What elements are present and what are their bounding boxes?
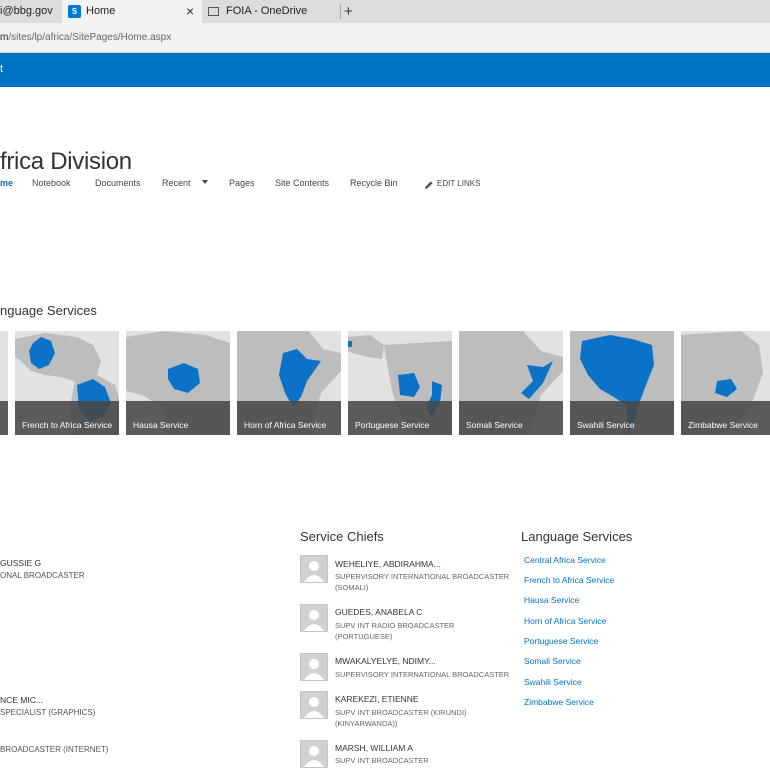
nav-pages[interactable]: Pages [229,178,255,188]
chief-name[interactable]: MWAKALYELYE, NDIMY... [335,656,436,666]
chief-title: SUPERVISORY INTERNATIONAL BROADCASTER [335,572,510,581]
avatar[interactable] [300,604,328,632]
left-person-title: ONAL BROADCASTER [0,571,85,580]
link-portuguese-service[interactable]: Portuguese Service [524,636,598,646]
chief-title: SUPERVISORY INTERNATIONAL BROADCASTER [335,670,510,679]
nav-recycle-bin[interactable]: Recycle Bin [350,178,398,188]
tab-divider [340,4,341,19]
tile-label: Horn of Africa Service [244,420,327,430]
tile-label: Zimbabwe Service [688,420,758,430]
chief-title-detail: (KINYARWANDA)) [335,719,398,728]
avatar[interactable] [300,653,328,681]
link-french-to-africa-service[interactable]: French to Africa Service [524,575,614,585]
tile-label: Somali Service [466,420,523,430]
suite-bar-label[interactable]: t [0,63,3,75]
sharepoint-icon: S [68,5,81,18]
pencil-icon[interactable] [424,177,434,195]
tile-label: Portuguese Service [355,420,430,430]
language-services-tiles-heading: nguage Services [0,303,97,318]
chief-name[interactable]: MARSH, WILLIAM A [335,743,413,753]
chief-title-detail: (PORTUGUESE) [335,632,393,641]
chief-name[interactable]: GUEDES, ANABELA C [335,607,422,617]
avatar[interactable] [300,555,328,583]
new-tab-button[interactable]: + [344,0,364,23]
tile-somali[interactable]: Somali Service [459,331,563,435]
link-central-africa-service[interactable]: Central Africa Service [524,555,606,565]
link-swahili-service[interactable]: Swahili Service [524,677,582,687]
link-somali-service[interactable]: Somali Service [524,656,581,666]
close-tab-icon[interactable]: × [186,0,194,23]
nav-edit-links[interactable]: EDIT LINKS [437,179,480,188]
tile-label: French to Africa Service [22,420,113,430]
link-horn-of-africa-service[interactable]: Horn of Africa Service [524,616,606,626]
site-title[interactable]: frica Division [0,148,132,176]
chief-name[interactable]: WEHELIYE, ABDIRAHMA... [335,559,441,569]
tile-label: Swahili Service [577,420,635,430]
tile-partial[interactable] [0,331,8,435]
tile-hausa[interactable]: Hausa Service [126,331,230,435]
suite-bar: t [0,53,770,87]
browser-tab-mail[interactable]: i@bbg.gov [0,0,62,23]
page-icon [208,7,219,16]
nav-recent[interactable]: Recent [162,178,191,188]
tile-swahili[interactable]: Swahili Service [570,331,674,435]
tile-zimbabwe[interactable]: Zimbabwe Service [681,331,770,435]
browser-tab-strip: i@bbg.gov S Home × FOIA - OneDrive + [0,0,770,23]
tab-label: FOIA - OneDrive [226,5,308,17]
person-icon [304,610,324,631]
caret-down-icon[interactable] [202,180,208,184]
chief-title-detail: (SOMALI) [335,583,369,592]
person-icon [304,659,324,680]
nav-site-contents[interactable]: Site Contents [275,178,329,188]
tile-portuguese[interactable]: Portuguese Service [348,331,452,435]
nav-notebook[interactable]: Notebook [32,178,71,188]
link-zimbabwe-service[interactable]: Zimbabwe Service [524,697,594,707]
browser-tab-home[interactable]: S Home × [62,0,202,23]
chief-title: SUPV INT BROADCASTER (KIRUNDI) [335,708,467,717]
browser-tab-onedrive[interactable]: FOIA - OneDrive [202,0,340,23]
chief-title: SUPV INT RADIO BROADCASTER [335,621,455,630]
avatar[interactable] [300,691,328,719]
url-text[interactable]: m/sites/lp/africa/SitePages/Home.aspx [0,32,171,43]
person-icon [304,561,324,582]
avatar[interactable] [300,740,328,768]
language-services-heading: Language Services [521,529,633,544]
service-chiefs-heading: Service Chiefs [300,529,384,544]
chief-title: SUPV INT BROADCASTER [335,756,429,765]
person-icon [304,697,324,718]
tile-label: Hausa Service [133,420,189,430]
chief-name[interactable]: KAREKEZI, ETIENNE [335,694,419,704]
tile-caption [0,401,8,435]
left-person-title: BROADCASTER (INTERNET) [0,745,109,754]
tab-label: i@bbg.gov [0,5,53,17]
nav-home[interactable]: me [0,178,13,188]
person-icon [304,746,324,767]
left-person-name[interactable]: GUSSIE G [0,558,41,568]
left-person-name[interactable]: NCE MIC... [0,695,43,705]
tile-horn-of-africa[interactable]: Horn of Africa Service [237,331,341,435]
address-bar[interactable]: m/sites/lp/africa/SitePages/Home.aspx [0,23,770,53]
link-hausa-service[interactable]: Hausa Service [524,595,579,605]
url-path: /sites/lp/africa/SitePages/Home.aspx [8,32,172,43]
left-person-title: SPECIALIST (GRAPHICS) [0,708,96,717]
nav-documents[interactable]: Documents [95,178,141,188]
tile-french-to-africa[interactable]: French to Africa Service [15,331,119,435]
tab-label: Home [86,5,116,17]
plus-icon: + [344,3,353,20]
